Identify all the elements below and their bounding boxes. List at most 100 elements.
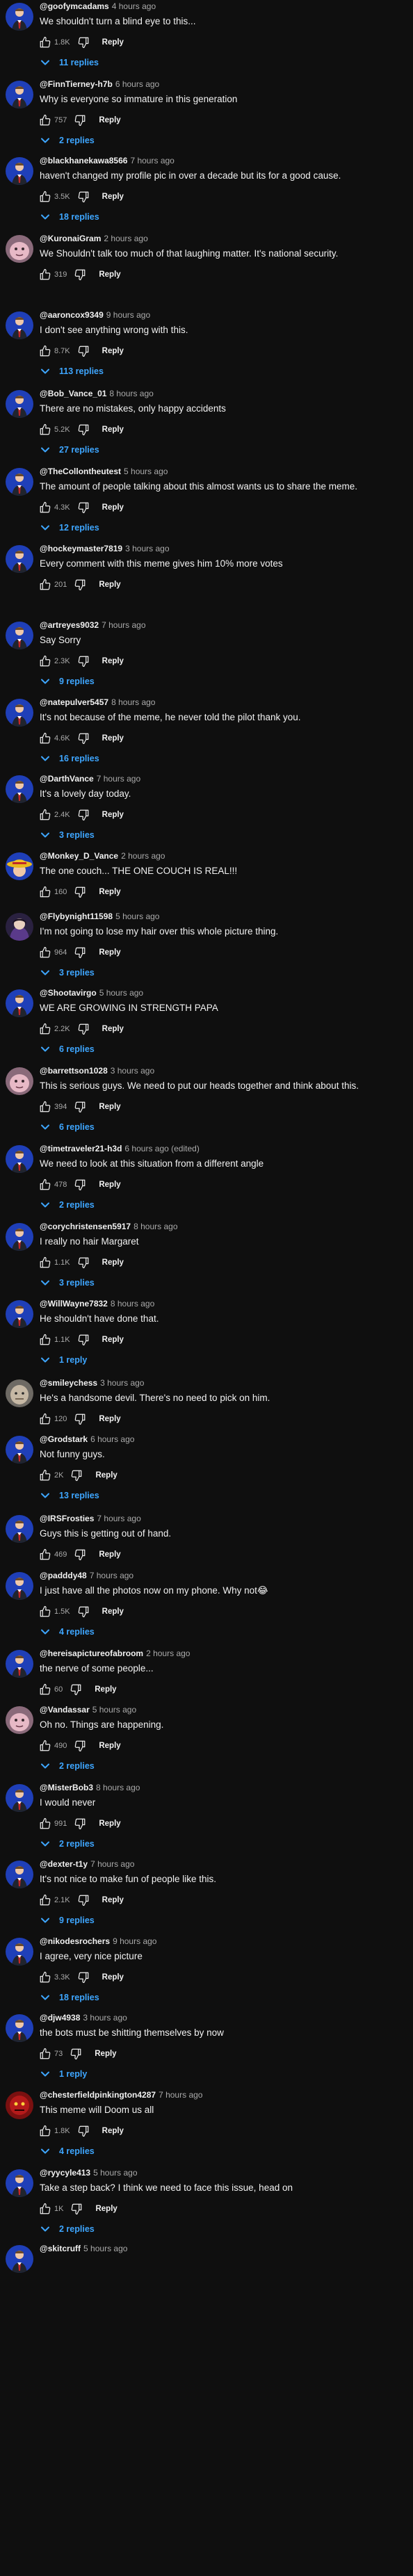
avatar[interactable] [6,1861,33,1888]
view-replies-button[interactable]: 13 replies [40,1487,99,1504]
comment-timestamp[interactable]: 7 hours ago [159,2090,202,2100]
thumbs-down-icon[interactable] [76,343,91,359]
comment-timestamp[interactable]: 3 hours ago [100,1378,144,1388]
reply-button[interactable]: Reply [99,1550,120,1559]
author-handle[interactable]: @skitcruff [40,2244,81,2253]
thumbs-up-icon[interactable] [38,1411,53,1427]
author-handle[interactable]: @aaroncox9349 [40,310,104,320]
author-handle[interactable]: @padddy48 [40,1571,87,1580]
comment-timestamp[interactable]: 3 hours ago [125,544,169,553]
author-handle[interactable]: @Bob_Vance_01 [40,389,106,398]
comment-timestamp[interactable]: 9 hours ago [106,310,150,320]
author-handle[interactable]: @TheCollontheutest [40,467,121,476]
avatar[interactable] [6,3,33,31]
avatar[interactable] [6,2091,33,2119]
avatar[interactable] [6,1515,33,1543]
thumbs-up-icon[interactable] [38,35,53,50]
author-handle[interactable]: @Shootavirgo [40,988,97,998]
reply-button[interactable]: Reply [99,581,120,589]
reply-button[interactable]: Reply [95,1471,117,1480]
comment-timestamp[interactable]: 6 hours ago (edited) [124,1144,199,1153]
author-handle[interactable]: @artreyes9032 [40,620,99,630]
reply-button[interactable]: Reply [99,948,120,957]
thumbs-down-icon[interactable] [76,500,91,515]
thumbs-down-icon[interactable] [76,1021,91,1037]
reply-button[interactable]: Reply [102,811,124,819]
thumbs-down-icon[interactable] [76,189,91,204]
thumbs-up-icon[interactable] [38,1816,53,1831]
comment-timestamp[interactable]: 5 hours ago [93,2168,137,2178]
reply-button[interactable]: Reply [99,1820,120,1828]
avatar[interactable] [6,545,33,573]
reply-button[interactable]: Reply [99,1415,120,1423]
thumbs-down-icon[interactable] [72,1738,88,1753]
avatar[interactable] [6,1784,33,1812]
thumbs-up-icon[interactable] [38,1970,53,1985]
view-replies-button[interactable]: 16 replies [40,750,99,767]
thumbs-up-icon[interactable] [38,113,53,128]
author-handle[interactable]: @chesterfieldpinkington4287 [40,2090,156,2100]
view-replies-button[interactable]: 3 replies [40,827,95,843]
thumbs-down-icon[interactable] [76,35,91,50]
author-handle[interactable]: @Grodstark [40,1434,88,1444]
thumbs-down-icon[interactable] [72,1411,88,1427]
thumbs-up-icon[interactable] [38,1468,53,1483]
reply-button[interactable]: Reply [99,1103,120,1111]
view-replies-button[interactable]: 4 replies [40,2143,95,2160]
thumbs-up-icon[interactable] [38,1255,53,1270]
author-handle[interactable]: @blackhanekawa8566 [40,156,127,165]
view-replies-button[interactable]: 2 replies [40,1758,95,1774]
view-replies-button[interactable]: 2 replies [40,1836,95,1852]
thumbs-down-icon[interactable] [76,654,91,669]
thumbs-up-icon[interactable] [38,1021,53,1037]
author-handle[interactable]: @KuronaiGram [40,234,101,243]
comment-timestamp[interactable]: 8 hours ago [111,1299,154,1309]
thumbs-up-icon[interactable] [38,1547,53,1562]
thumbs-down-icon[interactable] [68,2046,83,2061]
author-handle[interactable]: @djw4938 [40,2013,80,2023]
comment-timestamp[interactable]: 7 hours ago [97,1514,140,1523]
comment-timestamp[interactable]: 5 hours ago [83,2244,127,2253]
comment-timestamp[interactable]: 5 hours ago [124,467,168,476]
comment-timestamp[interactable]: 8 hours ago [133,1222,177,1231]
author-handle[interactable]: @ryycyle413 [40,2168,90,2178]
author-handle[interactable]: @goofymcadams [40,1,109,11]
comment-timestamp[interactable]: 5 hours ago [99,988,143,998]
thumbs-up-icon[interactable] [38,945,53,960]
thumbs-down-icon[interactable] [68,1682,83,1697]
author-handle[interactable]: @IRSFrosties [40,1514,94,1523]
comment-timestamp[interactable]: 5 hours ago [115,912,159,921]
comment-timestamp[interactable]: 8 hours ago [96,1783,140,1792]
thumbs-up-icon[interactable] [38,1177,53,1192]
thumbs-up-icon[interactable] [38,731,53,746]
avatar[interactable] [6,622,33,649]
view-replies-button[interactable]: 2 replies [40,132,95,149]
author-handle[interactable]: @nikodesrochers [40,1936,110,1946]
reply-button[interactable]: Reply [102,347,124,355]
thumbs-down-icon[interactable] [72,1177,88,1192]
reply-button[interactable]: Reply [102,1258,124,1267]
author-handle[interactable]: @smileychess [40,1378,97,1388]
thumbs-up-icon[interactable] [38,2123,53,2139]
view-replies-button[interactable]: 11 replies [40,54,99,71]
avatar[interactable] [6,989,33,1017]
comment-timestamp[interactable]: 7 hours ago [90,1859,134,1869]
thumbs-up-icon[interactable] [38,1738,53,1753]
thumbs-down-icon[interactable] [69,2201,84,2217]
view-replies-button[interactable]: 4 replies [40,1623,95,1640]
view-replies-button[interactable]: 12 replies [40,519,99,536]
author-handle[interactable]: @Flybynight11598 [40,912,113,921]
comment-timestamp[interactable]: 8 hours ago [111,697,155,707]
view-replies-button[interactable]: 18 replies [40,209,99,225]
comment-timestamp[interactable]: 6 hours ago [115,79,159,89]
author-handle[interactable]: @FinnTierney-h7b [40,79,113,89]
thumbs-down-icon[interactable] [72,1099,88,1115]
thumbs-down-icon[interactable] [72,1547,88,1562]
avatar[interactable] [6,1223,33,1251]
thumbs-down-icon[interactable] [72,577,88,592]
reply-button[interactable]: Reply [102,657,124,665]
avatar[interactable] [6,1436,33,1464]
author-handle[interactable]: @corychristensen5917 [40,1222,131,1231]
avatar[interactable] [6,852,33,880]
thumbs-down-icon[interactable] [76,1970,91,1985]
